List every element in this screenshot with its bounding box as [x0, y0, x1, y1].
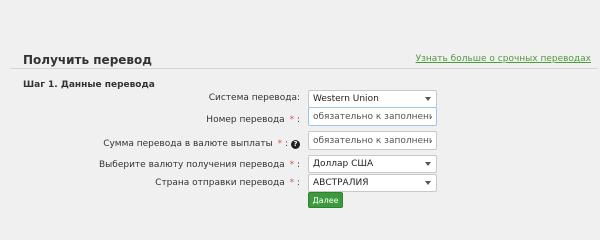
next-button[interactable]: Далее — [308, 192, 343, 208]
currency-select-value: Доллар США — [313, 159, 374, 169]
amount-label-text: Сумма перевода в валюте выплаты — [103, 139, 273, 149]
chevron-down-icon — [425, 181, 431, 185]
step-heading: Шаг 1. Данные перевода — [23, 80, 155, 90]
required-marker: * — [289, 115, 295, 125]
system-label: Система перевода: — [209, 93, 300, 103]
label-colon: : — [296, 178, 300, 188]
currency-label: Выберите валюту получения перевода * : — [99, 160, 300, 170]
system-select[interactable]: Western Union — [308, 90, 437, 108]
country-label-text: Страна отправки перевода — [155, 178, 285, 188]
system-select-value: Western Union — [313, 94, 379, 104]
required-marker: * — [289, 178, 295, 188]
chevron-down-icon — [425, 97, 431, 101]
required-marker: * — [289, 160, 295, 170]
help-icon[interactable]: ? — [291, 140, 300, 149]
number-label: Номер перевода * : — [206, 115, 300, 125]
country-label: Страна отправки перевода * : — [155, 178, 300, 188]
country-select[interactable]: АВСТРАЛИЯ — [308, 174, 437, 192]
label-colon: : — [296, 115, 300, 125]
page-title: Получить перевод — [23, 53, 152, 67]
amount-input[interactable] — [308, 131, 437, 150]
label-colon: : — [284, 139, 288, 149]
header-divider — [10, 68, 598, 69]
required-marker: * — [277, 139, 283, 149]
system-label-text: Система перевода: — [208, 93, 300, 103]
currency-label-text: Выберите валюту получения перевода — [99, 160, 285, 170]
number-input[interactable] — [308, 107, 437, 126]
country-select-value: АВСТРАЛИЯ — [313, 178, 369, 188]
number-label-text: Номер перевода — [206, 115, 285, 125]
learn-more-link[interactable]: Узнать больше о срочных переводах — [416, 54, 591, 64]
chevron-down-icon — [425, 162, 431, 166]
label-colon: : — [296, 160, 300, 170]
currency-select[interactable]: Доллар США — [308, 155, 437, 173]
amount-label: Сумма перевода в валюте выплаты * :? — [103, 139, 300, 149]
